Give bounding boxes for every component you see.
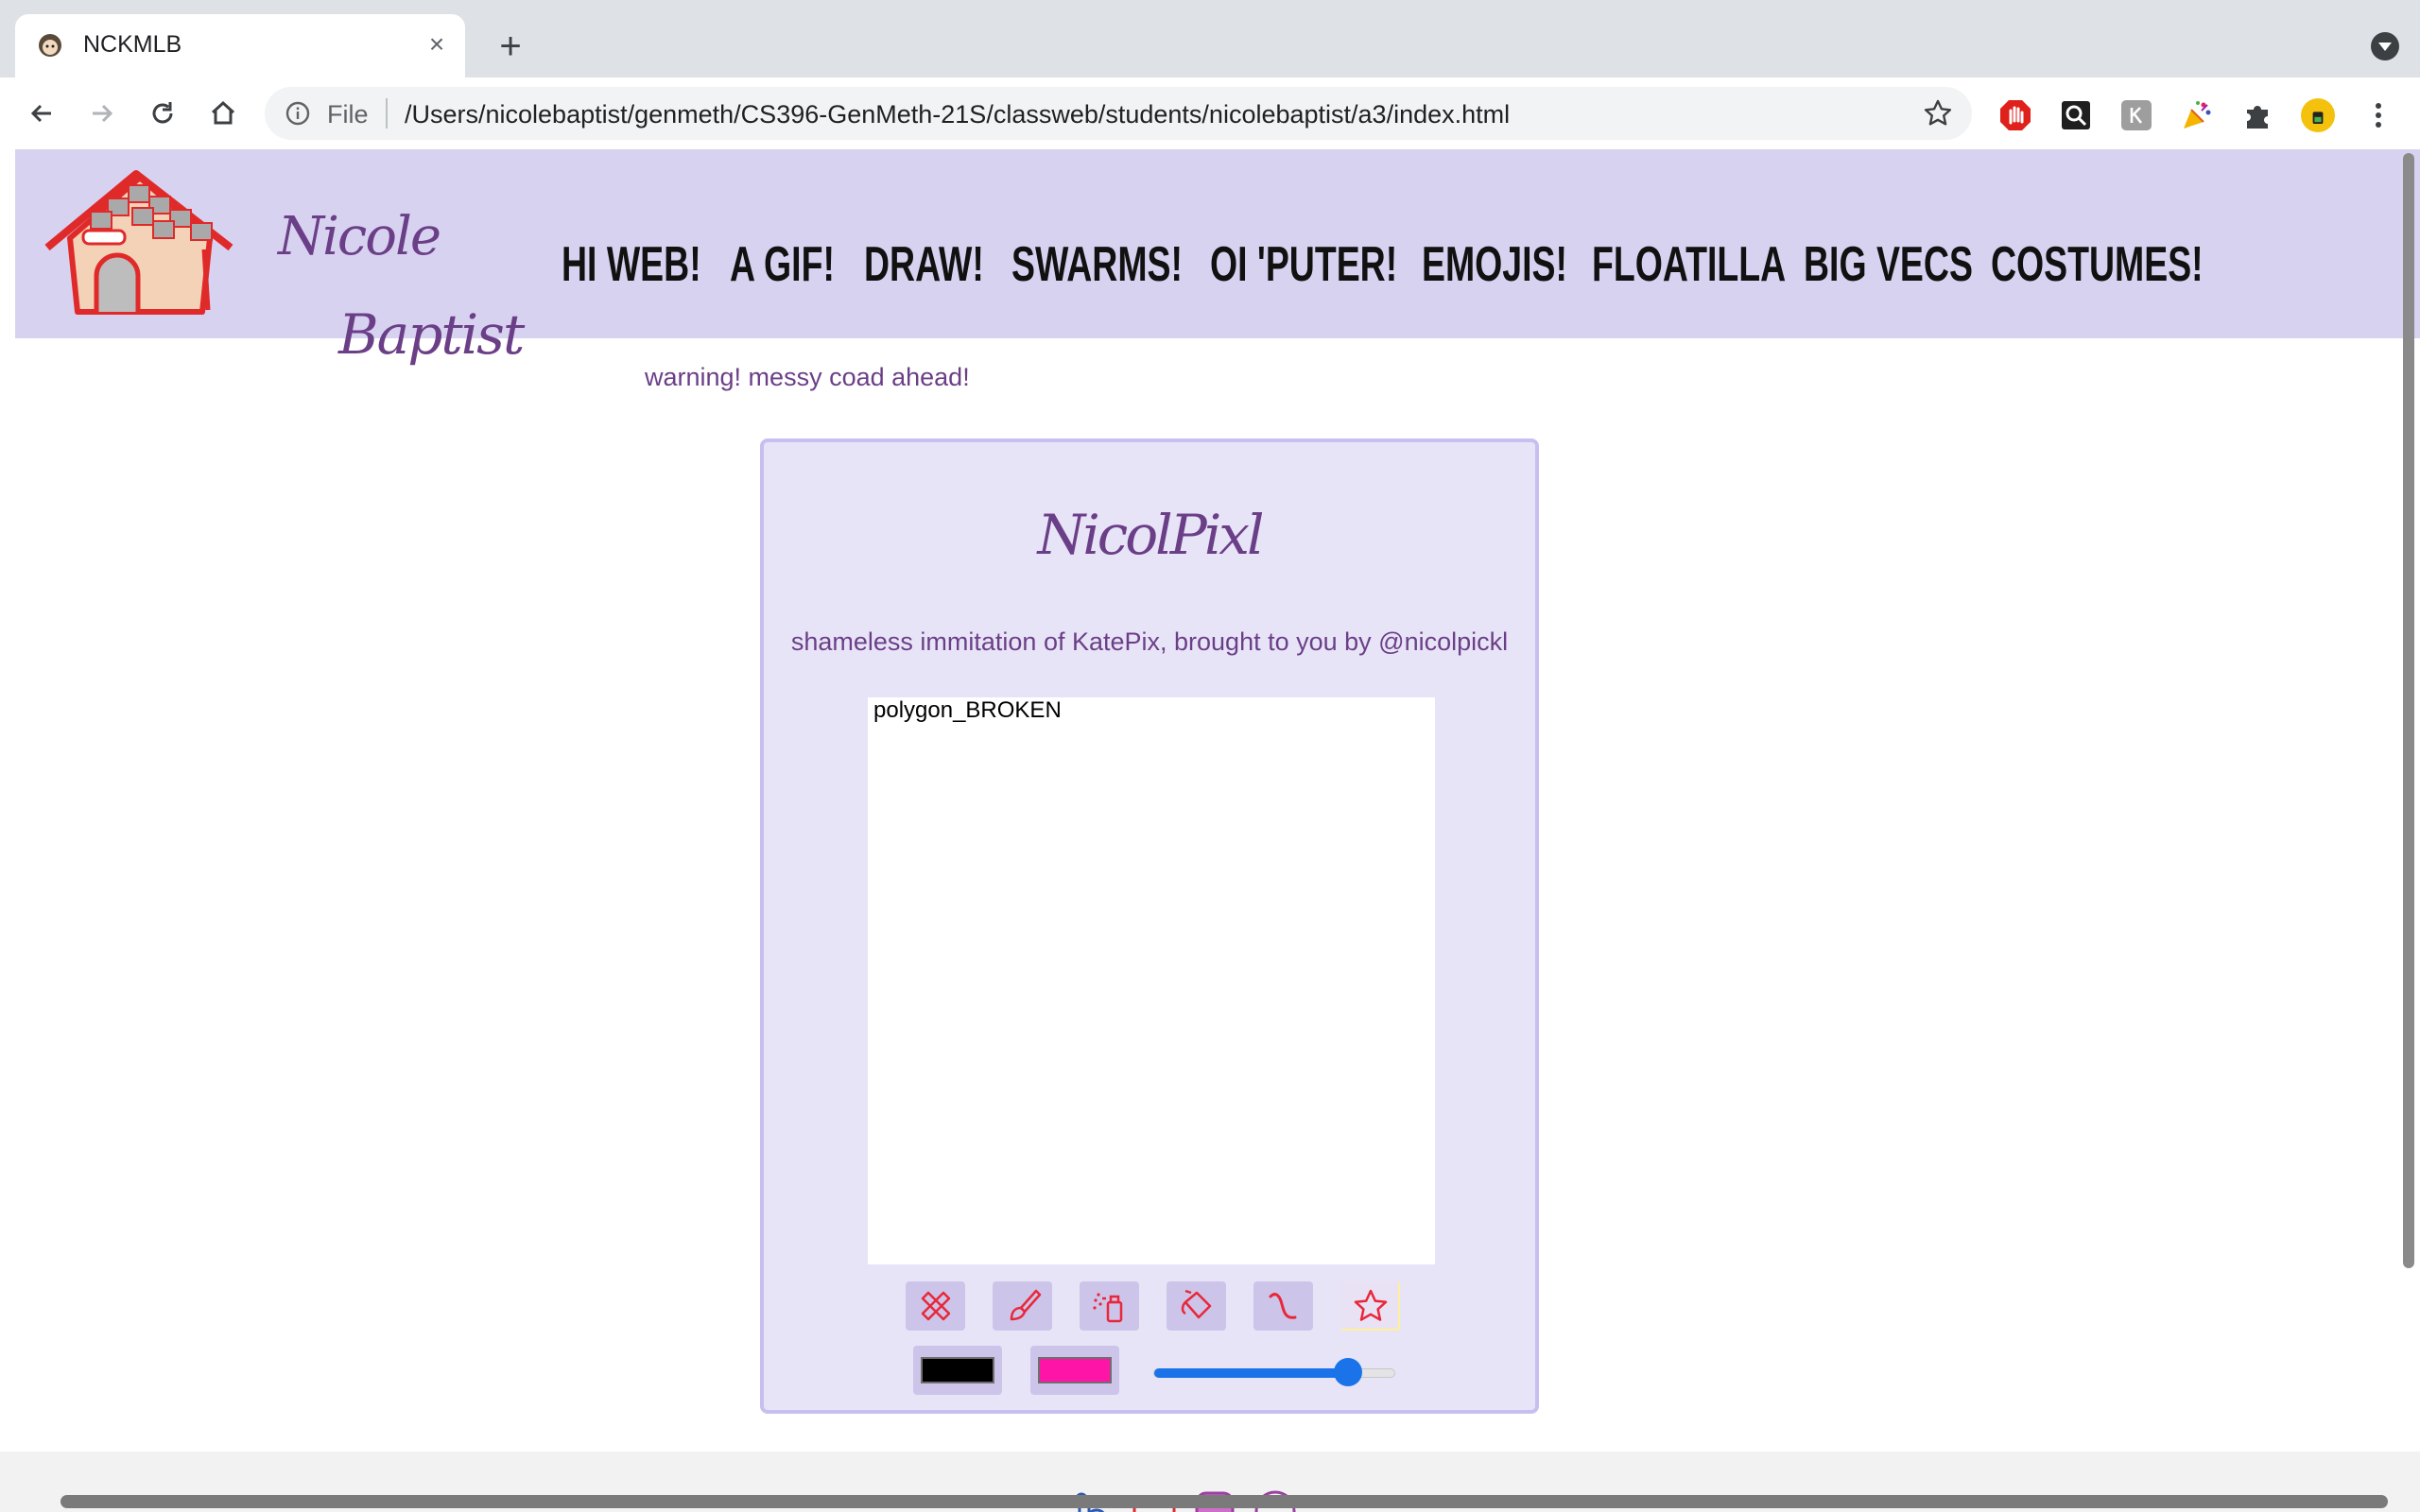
url-text[interactable]: /Users/nicolebaptist/genmeth/CS396-GenMe… bbox=[405, 100, 1510, 129]
nav-link-a-gif[interactable]: A GIF! bbox=[730, 236, 835, 293]
brush-size-slider[interactable] bbox=[1153, 1358, 1395, 1386]
forward-button[interactable] bbox=[79, 91, 125, 136]
doghouse-logo-icon[interactable] bbox=[42, 170, 236, 321]
gray-extension-icon[interactable] bbox=[2119, 98, 2153, 132]
bookmark-star-icon[interactable] bbox=[1923, 98, 1953, 129]
tool-row bbox=[906, 1281, 1400, 1331]
page-viewport: Nicole Baptist HI WEB! A GIF! DRAW! SWAR… bbox=[0, 149, 2420, 1512]
tab-title: NCKMLB bbox=[83, 31, 182, 58]
nav-link-hi-web[interactable]: HI WEB! bbox=[562, 236, 701, 293]
secondary-color-picker[interactable] bbox=[1030, 1346, 1119, 1395]
forward-arrow-icon bbox=[93, 104, 113, 123]
nav-link-floatilla[interactable]: FLOATILLA bbox=[1592, 236, 1786, 293]
tab-close-icon[interactable]: × bbox=[420, 27, 454, 61]
bucket-tool-button[interactable] bbox=[1167, 1281, 1226, 1331]
extensions-button[interactable] bbox=[2240, 98, 2274, 132]
vertical-scrollbar[interactable] bbox=[2403, 153, 2414, 1268]
nav-link-emojis[interactable]: EMOJIS! bbox=[1422, 236, 1567, 293]
star-tool-button[interactable] bbox=[1340, 1281, 1400, 1331]
bucket-icon bbox=[1181, 1289, 1211, 1319]
new-tab-button[interactable]: + bbox=[490, 26, 531, 67]
site-nav: HI WEB! A GIF! DRAW! SWARMS! OI 'PUTER! … bbox=[562, 236, 2204, 293]
browser-menu-button[interactable] bbox=[2361, 98, 2395, 132]
eraser-icon bbox=[921, 1291, 950, 1321]
omnibox-divider bbox=[386, 98, 388, 129]
nav-link-swarms[interactable]: SWARMS! bbox=[1011, 236, 1183, 293]
nav-link-costumes[interactable]: COSTUMES! bbox=[1991, 236, 2204, 293]
nav-link-oi-puter[interactable]: OI 'PUTER! bbox=[1210, 236, 1397, 293]
spray-icon bbox=[1092, 1293, 1122, 1323]
adblock-extension-icon[interactable] bbox=[1998, 98, 2032, 132]
slider-thumb[interactable] bbox=[1333, 1358, 1362, 1386]
site-name-last: Baptist bbox=[338, 302, 525, 367]
browser-tab[interactable]: NCKMLB × bbox=[15, 14, 465, 77]
tab-strip: NCKMLB × + bbox=[0, 0, 2420, 77]
primary-color-picker[interactable] bbox=[913, 1346, 1002, 1395]
file-scheme-label: File bbox=[327, 100, 369, 129]
line-tool-button[interactable] bbox=[1253, 1281, 1313, 1331]
brush-tool-button[interactable] bbox=[993, 1281, 1052, 1331]
drawing-app-panel: NicolPixl shameless immitation of KatePi… bbox=[760, 438, 1539, 1414]
stop-hand-icon bbox=[2000, 100, 2031, 130]
star-icon bbox=[1354, 1289, 1387, 1321]
primary-color-swatch bbox=[921, 1357, 994, 1383]
avatar-icon bbox=[2301, 98, 2335, 132]
secondary-color-swatch bbox=[1038, 1357, 1112, 1383]
party-popper-icon bbox=[2184, 101, 2211, 129]
address-bar[interactable]: File /Users/nicolebaptist/genmeth/CS396-… bbox=[265, 87, 1972, 140]
nav-link-big-vecs[interactable]: BIG VECS bbox=[1804, 236, 1973, 293]
horizontal-scrollbar[interactable] bbox=[60, 1495, 2388, 1508]
home-icon bbox=[211, 100, 235, 125]
info-icon[interactable] bbox=[285, 101, 310, 126]
eraser-tool-button[interactable] bbox=[906, 1281, 965, 1331]
warning-text: warning! messy coad ahead! bbox=[645, 363, 970, 391]
kebab-menu-icon bbox=[2376, 103, 2381, 128]
site-name-first: Nicole bbox=[278, 206, 441, 267]
app-subtitle: shameless immitation of KatePix, brought… bbox=[790, 627, 1509, 656]
browser-toolbar: File /Users/nicolebaptist/genmeth/CS396-… bbox=[0, 77, 2420, 151]
profile-avatar[interactable] bbox=[2301, 98, 2335, 132]
squiggle-icon bbox=[1269, 1293, 1296, 1319]
nav-link-draw[interactable]: DRAW! bbox=[864, 236, 984, 293]
brush-icon bbox=[1010, 1289, 1041, 1321]
spray-tool-button[interactable] bbox=[1080, 1281, 1139, 1331]
party-extension-icon[interactable] bbox=[2180, 98, 2214, 132]
zoom-extension-icon[interactable] bbox=[2059, 98, 2093, 132]
app-title: NicolPixl bbox=[1037, 503, 1264, 567]
tab-search-icon[interactable] bbox=[2371, 32, 2399, 60]
puzzle-piece-icon bbox=[2247, 106, 2268, 129]
back-button[interactable] bbox=[19, 91, 64, 136]
favicon-icon bbox=[39, 34, 61, 57]
color-size-controls bbox=[913, 1346, 1395, 1395]
magnifier-icon bbox=[2062, 101, 2090, 129]
reload-icon bbox=[152, 102, 173, 124]
home-button[interactable] bbox=[200, 91, 246, 136]
reload-button[interactable] bbox=[140, 91, 185, 136]
square-k-icon bbox=[2121, 100, 2152, 130]
drawing-canvas[interactable]: polygon_BROKEN bbox=[868, 697, 1435, 1264]
slider-track-fill bbox=[1154, 1368, 1348, 1378]
canvas-mode-label: polygon_BROKEN bbox=[873, 697, 1062, 723]
back-arrow-icon bbox=[30, 104, 51, 123]
